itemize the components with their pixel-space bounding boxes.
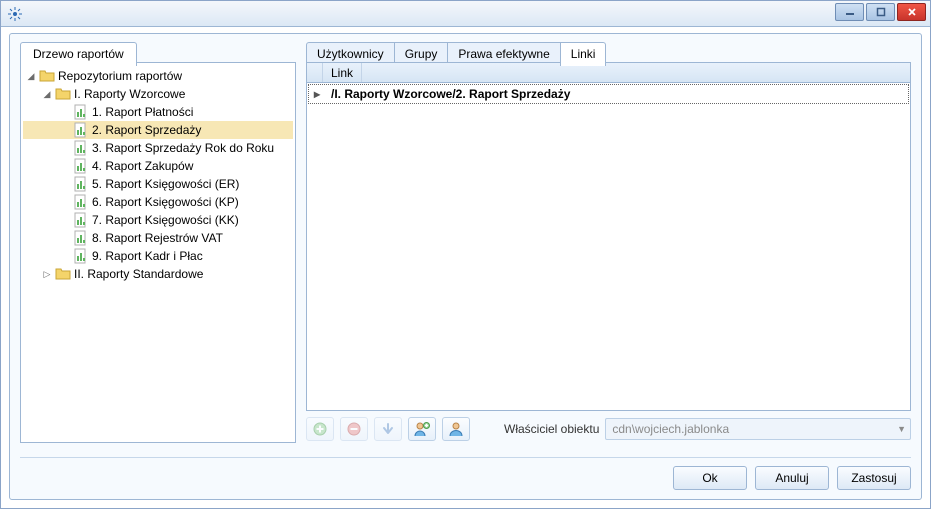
action-bar: Właściciel obiektu cdn\wojciech.jablonka…: [306, 415, 911, 443]
tab-links[interactable]: Linki: [560, 42, 607, 66]
grid-header-link[interactable]: Link: [323, 63, 362, 82]
tab-tree[interactable]: Drzewo raportów: [20, 42, 137, 66]
report-icon: [73, 104, 89, 120]
tree-node-label: 7. Raport Księgowości (KK): [92, 213, 243, 227]
tree: ◢ Repozytorium raportów ◢ I. Raporty Wzo…: [21, 63, 295, 287]
folder-icon: [39, 68, 55, 84]
tree-node-label: Repozytorium raportów: [58, 69, 186, 83]
report-icon: [73, 122, 89, 138]
tree-node-report[interactable]: 1. Raport Płatności: [23, 103, 293, 121]
apply-button[interactable]: Zastosuj: [837, 466, 911, 490]
tree-node-label: 5. Raport Księgowości (ER): [92, 177, 243, 191]
grid-cell-link: /I. Raporty Wzorcowe/2. Raport Sprzedaży: [325, 87, 576, 101]
close-button[interactable]: [897, 3, 926, 21]
tree-node-report[interactable]: 4. Raport Zakupów: [23, 157, 293, 175]
tree-node-report[interactable]: 7. Raport Księgowości (KK): [23, 211, 293, 229]
tree-panel: ◢ Repozytorium raportów ◢ I. Raporty Wzo…: [20, 62, 296, 443]
expand-icon[interactable]: ▷: [41, 269, 53, 280]
tree-node-folder[interactable]: ◢ I. Raporty Wzorcowe: [23, 85, 293, 103]
tree-node-label: I. Raporty Wzorcowe: [74, 87, 189, 101]
tree-node-report[interactable]: 6. Raport Księgowości (KP): [23, 193, 293, 211]
tree-node-report[interactable]: 9. Raport Kadr i Płac: [23, 247, 293, 265]
tree-node-label: 1. Raport Płatności: [92, 105, 197, 119]
minimize-button[interactable]: [835, 3, 864, 21]
report-icon: [73, 140, 89, 156]
cancel-button[interactable]: Anuluj: [755, 466, 829, 490]
user-add-button[interactable]: [408, 417, 436, 441]
ok-button[interactable]: Ok: [673, 466, 747, 490]
collapse-icon[interactable]: ◢: [41, 89, 53, 100]
tree-node-folder[interactable]: ▷ II. Raporty Standardowe: [23, 265, 293, 283]
owner-label: Właściciel obiektu: [504, 422, 599, 436]
report-icon: [73, 158, 89, 174]
dialog-footer: Ok Anuluj Zastosuj: [20, 457, 911, 489]
tree-node-report[interactable]: 3. Raport Sprzedaży Rok do Roku: [23, 139, 293, 157]
tree-node-label: II. Raporty Standardowe: [74, 267, 207, 281]
report-icon: [73, 230, 89, 246]
tree-node-label: 6. Raport Księgowości (KP): [92, 195, 243, 209]
client-area: Drzewo raportów ◢ Repozytorium raportów …: [9, 33, 922, 500]
user-button[interactable]: [442, 417, 470, 441]
titlebar: [1, 1, 930, 27]
remove-button[interactable]: [340, 417, 368, 441]
report-icon: [73, 176, 89, 192]
tree-node-report[interactable]: 2. Raport Sprzedaży: [23, 121, 293, 139]
tree-node-label: 4. Raport Zakupów: [92, 159, 197, 173]
row-indicator-icon: ▸: [309, 87, 325, 101]
folder-icon: [55, 266, 71, 282]
tree-node-label: 3. Raport Sprzedaży Rok do Roku: [92, 141, 278, 155]
dialog-window: Drzewo raportów ◢ Repozytorium raportów …: [0, 0, 931, 509]
owner-select[interactable]: cdn\wojciech.jablonka ▼: [605, 418, 911, 440]
move-down-button[interactable]: [374, 417, 402, 441]
tree-node-label: 9. Raport Kadr i Płac: [92, 249, 207, 263]
report-icon: [73, 248, 89, 264]
links-grid-panel: Link ▸ /I. Raporty Wzorcowe/2. Raport Sp…: [306, 62, 911, 411]
tree-node-label: 2. Raport Sprzedaży: [92, 123, 205, 137]
grid-row[interactable]: ▸ /I. Raporty Wzorcowe/2. Raport Sprzeda…: [308, 84, 909, 104]
collapse-icon[interactable]: ◢: [25, 71, 37, 82]
app-icon: [7, 6, 23, 22]
tree-node-root[interactable]: ◢ Repozytorium raportów: [23, 67, 293, 85]
report-icon: [73, 212, 89, 228]
tree-node-report[interactable]: 5. Raport Księgowości (ER): [23, 175, 293, 193]
grid-header-indicator: [307, 63, 323, 82]
folder-icon: [55, 86, 71, 102]
owner-value: cdn\wojciech.jablonka: [612, 422, 729, 436]
grid-header: Link: [307, 63, 910, 83]
add-button[interactable]: [306, 417, 334, 441]
tree-node-label: 8. Raport Rejestrów VAT: [92, 231, 227, 245]
maximize-button[interactable]: [866, 3, 895, 21]
tree-node-report[interactable]: 8. Raport Rejestrów VAT: [23, 229, 293, 247]
chevron-down-icon: ▼: [897, 424, 906, 434]
report-icon: [73, 194, 89, 210]
grid-body: ▸ /I. Raporty Wzorcowe/2. Raport Sprzeda…: [307, 83, 910, 410]
